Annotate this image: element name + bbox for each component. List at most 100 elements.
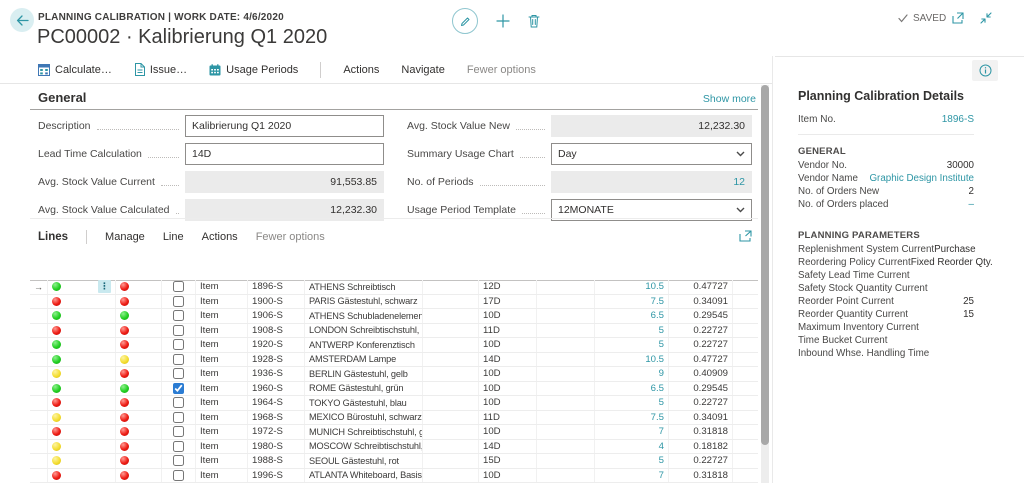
item-no-cell[interactable]: 1964-S [248,396,305,410]
row-checkbox[interactable] [173,440,184,452]
back-button[interactable] [10,8,34,32]
column-header[interactable] [537,250,595,280]
popout-button[interactable] [952,12,964,24]
column-header[interactable] [162,250,196,280]
quantity-usage-link[interactable]: 5 [595,396,669,410]
delete-button[interactable] [528,14,540,28]
column-header[interactable] [423,250,479,280]
manage-menu[interactable]: Manage [105,231,145,243]
stock-value-indicator-dot [52,369,61,379]
column-header[interactable] [669,250,733,280]
item-no-cell[interactable]: 1980-S [248,439,305,453]
item-no-cell[interactable]: 1972-S [248,425,305,439]
table-row[interactable]: → ⋮ Item 1968-S MEXICO Bürostuhl, schwar… [30,410,758,425]
actions-menu[interactable]: Actions [343,64,379,76]
item-no-cell[interactable]: 1908-S [248,323,305,337]
quantity-usage-link[interactable]: 5 [595,454,669,468]
column-header[interactable] [595,250,669,280]
item-no-cell[interactable]: 1988-S [248,454,305,468]
source-type-cell: Item [196,454,248,468]
row-checkbox[interactable] [173,469,184,481]
row-menu-button[interactable]: ⋮ [98,280,111,294]
lines-tab[interactable]: Lines [38,231,68,243]
lines-actions-menu[interactable]: Actions [202,231,238,243]
table-row[interactable]: → ⋮ Item 1980-S MOSCOW Schreibtischstuhl… [30,439,758,454]
table-row[interactable]: → ⋮ Item 1936-S BERLIN Gästestuhl, gelb … [30,367,758,382]
row-checkbox[interactable] [173,382,184,394]
item-no-cell[interactable]: 1968-S [248,410,305,424]
line-menu[interactable]: Line [163,231,184,243]
quantity-usage-link[interactable]: 5 [595,323,669,337]
column-header[interactable] [196,250,248,280]
field-input[interactable]: 12,232.30 [551,115,752,137]
row-checkbox[interactable] [173,324,184,336]
quantity-usage-link[interactable]: 10.5 [595,352,669,366]
table-row[interactable]: → ⋮ Item 1988-S SEOUL Gästestuhl, rot 15… [30,454,758,469]
quantity-usage-link[interactable]: 7 [595,425,669,439]
quantity-usage-link[interactable]: 6.5 [595,381,669,395]
item-no-cell[interactable]: 1920-S [248,338,305,352]
scrollbar-thumb[interactable] [761,85,769,445]
quantity-usage-link[interactable]: 7.5 [595,294,669,308]
field-input[interactable]: 91,553.85 [185,171,384,193]
focus-mode-button[interactable] [739,230,752,242]
item-no-cell[interactable]: 1896-S [248,280,305,294]
item-no-link[interactable]: 1896-S [942,114,974,125]
calculate-button[interactable]: Calculate… [38,63,112,76]
edit-button[interactable] [452,8,478,34]
row-checkbox[interactable] [173,455,184,467]
field-input[interactable]: Kalibrierung Q1 2020 [185,115,384,137]
row-checkbox[interactable] [173,339,184,351]
column-header[interactable] [48,250,116,280]
table-row[interactable]: → ⋮ Item 1896-S ATHENS Schreibtisch 12D [30,280,758,295]
row-checkbox[interactable] [173,281,184,293]
row-checkbox[interactable] [173,368,184,380]
fewer-options-button[interactable]: Fewer options [467,64,536,76]
item-no-cell[interactable]: 1996-S [248,468,305,482]
row-checkbox[interactable] [173,353,184,365]
column-header[interactable] [479,250,537,280]
table-row[interactable]: → ⋮ Item 1906-S ATHENS Schubladenelement… [30,309,758,324]
item-no-cell[interactable]: 1906-S [248,309,305,323]
field-input[interactable]: 12 [551,171,752,193]
column-header[interactable] [248,250,305,280]
issue-button[interactable]: Issue… [134,63,187,76]
lines-fewer-options[interactable]: Fewer options [256,231,325,243]
table-row[interactable]: → ⋮ Item 1964-S TOKYO Gästestuhl, blau 1… [30,396,758,411]
show-more-link[interactable]: Show more [703,93,756,105]
item-no-cell[interactable]: 1900-S [248,294,305,308]
field-input[interactable]: 14D [185,143,384,165]
usage-periods-button[interactable]: Usage Periods [209,64,298,76]
collapse-button[interactable] [980,12,992,24]
quantity-usage-link[interactable]: 7.5 [595,410,669,424]
table-row[interactable]: → ⋮ Item 1928-S AMSTERDAM Lampe 14D [30,352,758,367]
quantity-usage-link[interactable]: 7 [595,468,669,482]
item-no-cell[interactable]: 1960-S [248,381,305,395]
item-no-cell[interactable]: 1936-S [248,367,305,381]
column-header[interactable] [733,250,758,280]
quantity-usage-link[interactable]: 6.5 [595,309,669,323]
quantity-usage-link[interactable]: 4 [595,439,669,453]
row-checkbox[interactable] [173,426,184,438]
new-button[interactable] [496,14,510,28]
column-header[interactable] [30,250,48,280]
row-checkbox[interactable] [173,310,184,322]
column-header[interactable] [116,250,162,280]
row-checkbox[interactable] [173,295,184,307]
table-row[interactable]: → ⋮ Item 1960-S ROME Gästestuhl, grün 10… [30,381,758,396]
table-row[interactable]: → ⋮ Item 1908-S LONDON Schreibtischstuhl… [30,323,758,338]
row-checkbox[interactable] [173,397,184,409]
quantity-usage-link[interactable]: 9 [595,367,669,381]
table-row[interactable]: → ⋮ Item 1972-S MUNICH Schreibtischstuhl… [30,425,758,440]
column-header[interactable] [305,250,423,280]
re-cell [733,324,758,338]
quantity-usage-link[interactable]: 10.5 [595,280,669,294]
table-row[interactable]: → ⋮ Item 1900-S PARIS Gästestuhl, schwar… [30,294,758,309]
navigate-menu[interactable]: Navigate [401,64,444,76]
table-row[interactable]: → ⋮ Item 1920-S ANTWERP Konferenztisch 1… [30,338,758,353]
item-no-cell[interactable]: 1928-S [248,352,305,366]
field-input[interactable]: Day [551,143,752,165]
table-row[interactable]: → ⋮ Item 1996-S ATLANTA Whiteboard, Basi… [30,468,758,483]
row-checkbox[interactable] [173,411,184,423]
quantity-usage-link[interactable]: 5 [595,338,669,352]
